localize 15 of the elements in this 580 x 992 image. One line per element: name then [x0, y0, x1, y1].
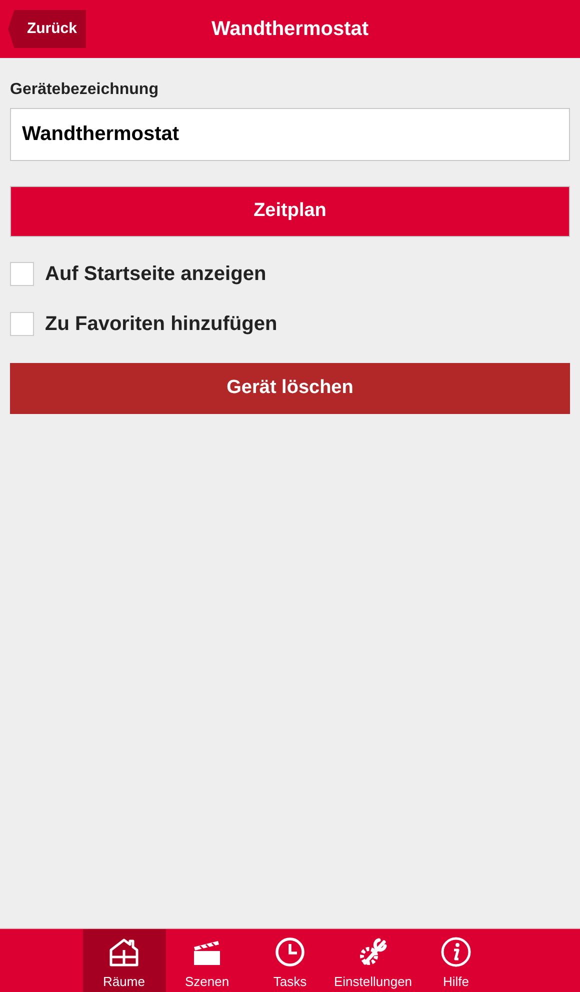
page-title: Wandthermostat: [211, 17, 369, 42]
info-icon: [440, 936, 472, 968]
field-label: Gerätebezeichnung: [10, 80, 160, 100]
checkbox[interactable]: [10, 312, 34, 336]
wrench-gear-icon: [357, 936, 389, 968]
house-icon: [108, 936, 140, 968]
tab[interactable]: Räume: [82, 929, 166, 992]
back-button[interactable]: Zurück: [8, 10, 86, 48]
delete-button[interactable]: Gerät löschen: [10, 363, 570, 414]
checkbox[interactable]: [10, 262, 34, 286]
input-field[interactable]: Wandthermostat: [10, 108, 570, 161]
clock-icon: [274, 936, 306, 968]
checkbox-label: Zu Favoriten hinzufügen: [45, 312, 278, 337]
schedule-button[interactable]: Zeitplan: [10, 186, 570, 237]
checkbox-label: Auf Startseite anzeigen: [45, 262, 266, 287]
